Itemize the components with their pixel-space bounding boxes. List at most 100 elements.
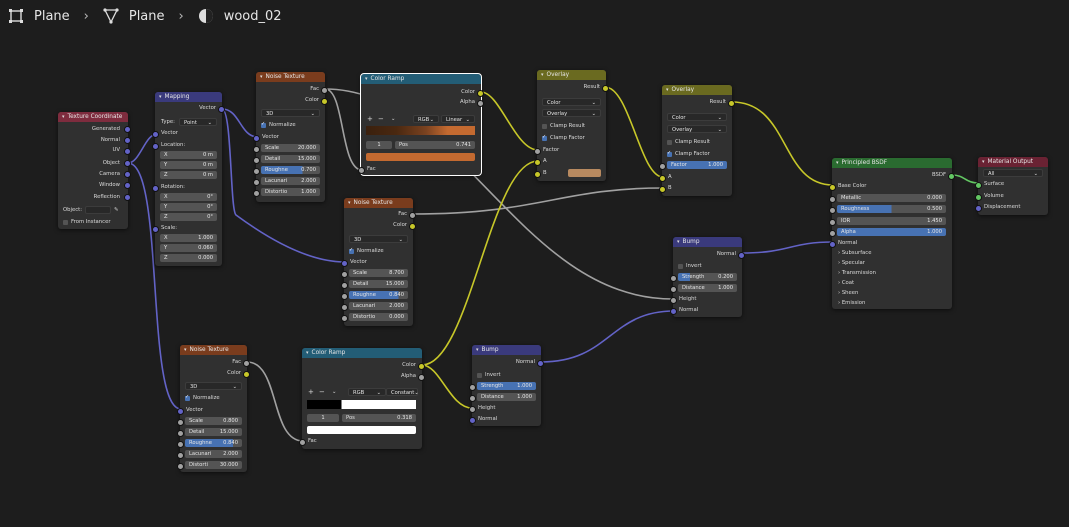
socket[interactable] — [253, 168, 260, 175]
socket[interactable] — [152, 226, 159, 233]
chevron-down-icon[interactable]: ▾ — [666, 87, 669, 93]
panel-transmission[interactable]: › Transmission — [838, 269, 876, 277]
clamp-result-checkbox[interactable]: Clamp Result — [542, 122, 585, 130]
socket[interactable] — [670, 275, 677, 282]
socket[interactable] — [409, 212, 416, 219]
socket[interactable] — [829, 196, 836, 203]
blend-mode-dropdown[interactable]: Overlay ⌄ — [667, 125, 727, 133]
scale-x-field[interactable]: X 1.000 — [160, 234, 217, 242]
socket[interactable] — [124, 171, 131, 178]
socket[interactable] — [659, 175, 666, 182]
roughness-field[interactable]: Roughne 0.840 — [185, 439, 242, 447]
node-header[interactable]: ▾ Mapping — [155, 92, 222, 102]
node-header[interactable]: ▾ Bump — [472, 345, 541, 355]
socket[interactable] — [975, 182, 982, 189]
socket[interactable] — [469, 395, 476, 402]
socket[interactable] — [253, 146, 260, 153]
remove-stop-icon[interactable]: − — [378, 115, 384, 123]
strength-field[interactable]: Strength 1.000 — [477, 382, 536, 390]
distance-field[interactable]: Distance 1.000 — [678, 284, 737, 292]
socket[interactable] — [534, 148, 541, 155]
socket[interactable] — [124, 137, 131, 144]
color-ramp-node[interactable]: ▾ Color Ramp Color Alpha + − ⌄ RGB ⌄ Linea… — [358, 73, 484, 176]
socket[interactable] — [124, 126, 131, 133]
stop-index-field[interactable]: 1 — [307, 414, 339, 422]
bump-node[interactable]: ▾ Bump Normal Invert Strength 0.200 Distan… — [670, 237, 745, 317]
socket[interactable] — [829, 184, 836, 191]
stop-index-field[interactable]: 1 — [366, 141, 392, 149]
socket[interactable] — [975, 194, 982, 201]
panel-sheen[interactable]: › Sheen — [838, 289, 858, 297]
chevron-down-icon[interactable]: ▾ — [836, 160, 839, 166]
blend-mode-dropdown[interactable]: Overlay ⌄ — [542, 109, 601, 117]
socket[interactable] — [124, 160, 131, 167]
material-output-node[interactable]: ▾ Material Output All ⌄ Surface Volume Dis… — [975, 157, 1048, 215]
chevron-down-icon[interactable]: ▾ — [306, 350, 309, 356]
chevron-down-icon[interactable]: ⌄ — [391, 115, 395, 123]
color-mode-dropdown[interactable]: RGB ⌄ — [348, 388, 386, 396]
dimensions-dropdown[interactable]: 3D ⌄ — [261, 109, 320, 117]
scale-y-field[interactable]: Y 0.060 — [160, 244, 217, 252]
socket[interactable] — [253, 135, 260, 142]
chevron-down-icon[interactable]: ▾ — [541, 72, 544, 78]
socket[interactable] — [341, 282, 348, 289]
add-stop-icon[interactable]: + — [308, 388, 314, 396]
color-mode-dropdown[interactable]: RGB ⌄ — [413, 115, 439, 123]
chevron-down-icon[interactable]: ▾ — [159, 94, 162, 100]
detail-field[interactable]: Detail 15.000 — [185, 428, 242, 436]
ramp-gradient[interactable] — [366, 126, 475, 135]
scale-field[interactable]: Scale 0.800 — [185, 417, 242, 425]
distortion-field[interactable]: Distortio 1.000 — [261, 188, 320, 196]
stop-color-swatch[interactable] — [366, 153, 475, 161]
position-field[interactable]: Pos 0.318 — [342, 414, 416, 422]
scale-field[interactable]: Scale 8.700 — [349, 269, 408, 277]
mapping-node[interactable]: ▾ Mapping Vector Type: Point ⌄ Vector Loca… — [152, 92, 225, 266]
socket[interactable] — [177, 463, 184, 470]
noise-texture-node[interactable]: ▾Noise Texture Fac Color 3D ⌄ Normalize V… — [253, 72, 328, 202]
noise-texture-node[interactable]: ▾Noise Texture Fac Color 3D ⌄ Normalize V… — [177, 345, 250, 472]
color-b-swatch[interactable] — [568, 169, 601, 177]
normalize-checkbox[interactable]: Normalize — [261, 121, 296, 129]
normalize-checkbox[interactable]: Normalize — [349, 247, 384, 255]
loc-y-field[interactable]: Y 0 m — [160, 161, 217, 169]
socket[interactable] — [829, 241, 836, 248]
socket[interactable] — [321, 87, 328, 94]
overlay-mix-node[interactable]: ▾ Overlay Result Color ⌄ Overlay ⌄ Clamp Re… — [659, 85, 735, 196]
node-header[interactable]: ▾ Color Ramp — [302, 348, 422, 358]
object-field[interactable] — [85, 206, 111, 214]
type-dropdown[interactable]: Point ⌄ — [179, 118, 217, 126]
socket[interactable] — [177, 408, 184, 415]
socket[interactable] — [218, 106, 225, 113]
roughness-field[interactable]: Roughne 0.700 — [261, 166, 320, 174]
invert-checkbox[interactable]: Invert — [678, 262, 702, 270]
ramp-gradient[interactable] — [307, 400, 416, 409]
socket[interactable] — [243, 360, 250, 367]
invert-checkbox[interactable]: Invert — [477, 371, 501, 379]
chevron-down-icon[interactable]: ▾ — [184, 347, 187, 353]
socket[interactable] — [243, 371, 250, 378]
socket[interactable] — [409, 223, 416, 230]
socket[interactable] — [829, 207, 836, 214]
socket[interactable] — [177, 430, 184, 437]
node-header[interactable]: ▾ Material Output — [978, 157, 1048, 167]
socket[interactable] — [670, 286, 677, 293]
clamp-factor-checkbox[interactable]: Clamp Factor — [667, 150, 710, 158]
chevron-down-icon[interactable]: ▾ — [260, 74, 263, 80]
socket[interactable] — [477, 100, 484, 107]
chevron-down-icon[interactable]: ⌄ — [332, 388, 336, 396]
from-instancer-checkbox[interactable]: From Instancer — [63, 218, 111, 226]
strength-field[interactable]: Strength 0.200 — [678, 273, 737, 281]
socket[interactable] — [469, 384, 476, 391]
texture-coordinate-node[interactable]: ▾ Texture Coordinate Generated Normal UV … — [58, 112, 131, 229]
ior-field[interactable]: IOR 1.450 — [837, 217, 946, 225]
socket[interactable] — [299, 439, 306, 446]
socket[interactable] — [341, 271, 348, 278]
socket[interactable] — [321, 98, 328, 105]
socket[interactable] — [124, 194, 131, 201]
scale-field[interactable]: Scale 20.000 — [261, 144, 320, 152]
socket[interactable] — [829, 230, 836, 237]
socket[interactable] — [602, 85, 609, 92]
distortion-field[interactable]: Distortio 0.000 — [349, 313, 408, 321]
socket[interactable] — [253, 157, 260, 164]
detail-field[interactable]: Detail 15.000 — [261, 155, 320, 163]
